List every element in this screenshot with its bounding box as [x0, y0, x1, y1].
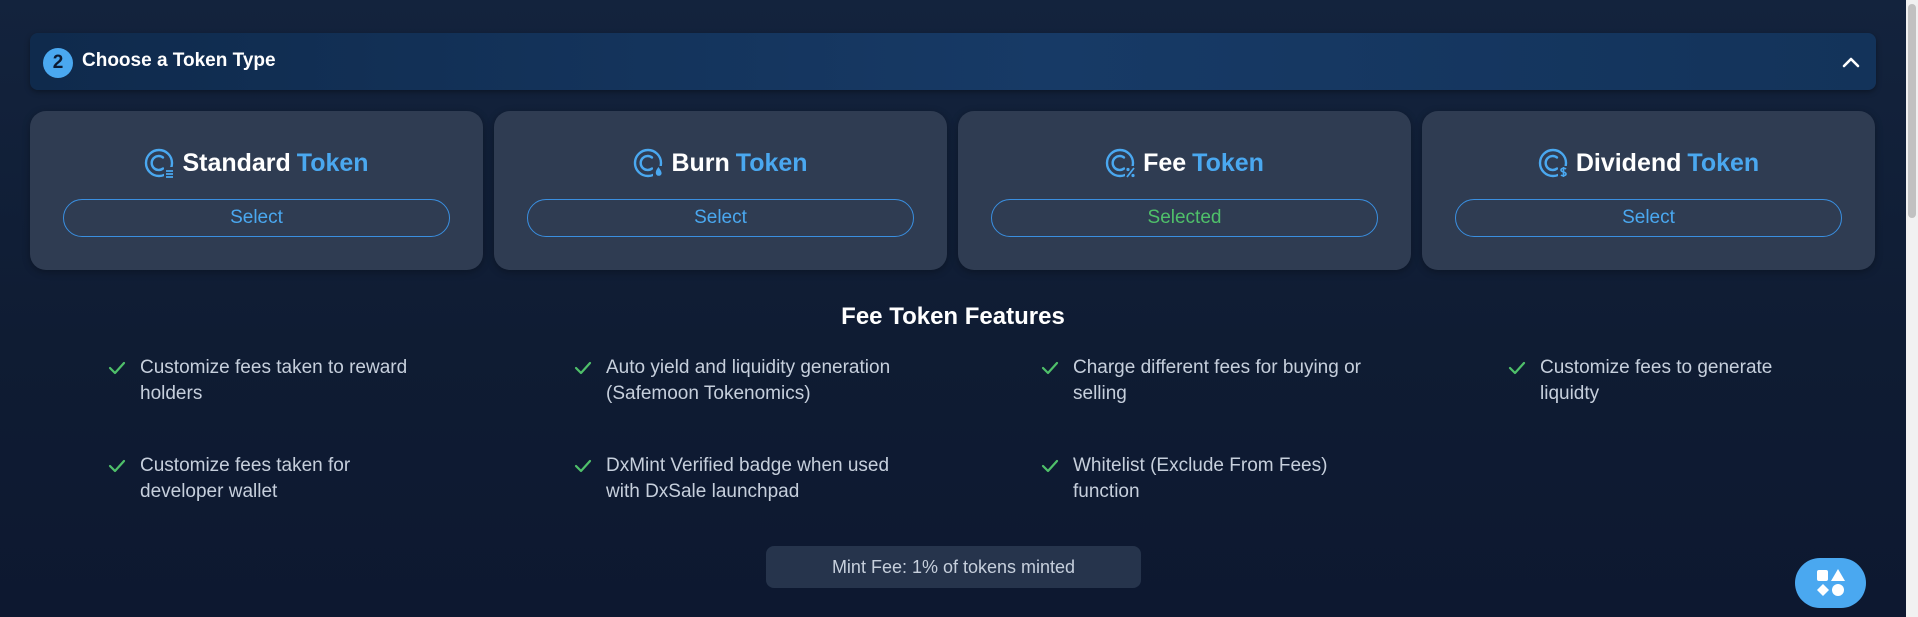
- token-name: Fee: [1143, 148, 1187, 177]
- feature-item: Customize fees taken for developer walle…: [108, 453, 428, 505]
- feature-text: Auto yield and liquidity generation (Saf…: [606, 357, 891, 404]
- feature-item: Customize fees to generate liquidty: [1508, 355, 1828, 407]
- check-icon: [108, 355, 128, 381]
- feature-text: Customize fees taken to reward holders: [140, 357, 408, 404]
- floating-action-button[interactable]: [1795, 558, 1866, 608]
- step-number-badge: 2: [43, 48, 73, 78]
- features-title: Fee Token Features: [841, 303, 1065, 330]
- feature-text: Charge different fees for buying or sell…: [1073, 357, 1361, 404]
- check-icon: [1041, 453, 1061, 479]
- coin-dividend-icon: [1538, 148, 1569, 178]
- card-title: Dividend Token: [1422, 145, 1875, 181]
- token-card-dividend: Dividend Token Select: [1422, 111, 1875, 270]
- feature-item: Auto yield and liquidity generation (Saf…: [574, 355, 894, 407]
- token-name: Burn: [671, 148, 730, 177]
- check-icon: [574, 453, 594, 479]
- page-scrollbar[interactable]: [1906, 0, 1918, 617]
- coin-standard-icon: [145, 148, 175, 178]
- feature-item: DxMint Verified badge when used with DxS…: [574, 453, 894, 505]
- feature-item: Whitelist (Exclude From Fees) function: [1041, 453, 1361, 505]
- feature-item: Charge different fees for buying or sell…: [1041, 355, 1361, 407]
- section-title: Choose a Token Type: [82, 50, 276, 71]
- select-dividend-button[interactable]: Select: [1455, 199, 1842, 237]
- scrollbar-thumb[interactable]: [1908, 4, 1916, 218]
- token-suffix: Token: [735, 148, 808, 177]
- feature-text: Whitelist (Exclude From Fees) function: [1073, 455, 1328, 502]
- token-suffix: Token: [1687, 148, 1760, 177]
- token-card-standard: Standard Token Select: [30, 111, 483, 270]
- feature-item: Customize fees taken to reward holders: [108, 355, 428, 407]
- feature-text: Customize fees to generate liquidty: [1540, 357, 1773, 404]
- card-title: Fee Token: [958, 145, 1411, 181]
- select-standard-button[interactable]: Select: [63, 199, 450, 237]
- check-icon: [574, 355, 594, 381]
- feature-text: Customize fees taken for developer walle…: [140, 455, 351, 502]
- mint-fee-label: Mint Fee: 1% of tokens minted: [766, 546, 1141, 588]
- section-header[interactable]: 2 Choose a Token Type: [30, 33, 1876, 90]
- check-icon: [1041, 355, 1061, 381]
- check-icon: [1508, 355, 1528, 381]
- token-card-fee: Fee Token Selected: [958, 111, 1411, 270]
- token-name: Standard: [182, 148, 291, 177]
- card-title: Burn Token: [494, 145, 947, 181]
- coin-burn-icon: [634, 148, 665, 178]
- card-title: Standard Token: [30, 145, 483, 181]
- collapse-button[interactable]: [1836, 47, 1866, 77]
- token-name: Dividend: [1575, 148, 1682, 177]
- select-fee-button[interactable]: Selected: [991, 199, 1378, 237]
- check-icon: [108, 453, 128, 479]
- select-burn-button[interactable]: Select: [527, 199, 914, 237]
- token-suffix: Token: [296, 148, 369, 177]
- token-suffix: Token: [1192, 148, 1264, 177]
- chevron-up-icon: [1842, 57, 1860, 68]
- shapes-icon: [1816, 569, 1845, 596]
- feature-text: DxMint Verified badge when used with DxS…: [606, 455, 890, 502]
- coin-fee-icon: [1105, 148, 1137, 178]
- token-card-burn: Burn Token Select: [494, 111, 947, 270]
